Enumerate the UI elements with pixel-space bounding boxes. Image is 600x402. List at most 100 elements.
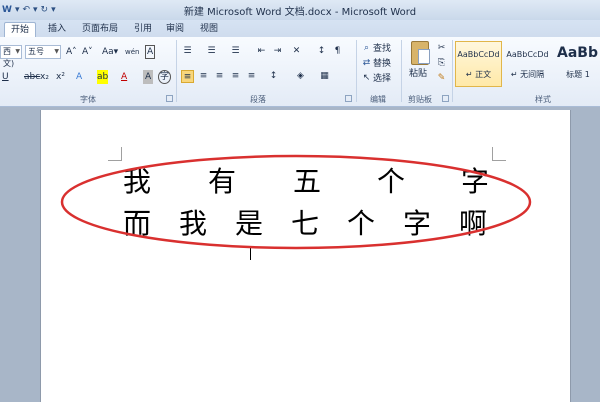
justify-icon[interactable]: ≡ — [229, 70, 242, 83]
chevron-down-icon: ▼ — [15, 48, 20, 55]
font-name-combo[interactable]: 西文) ▼ — [0, 45, 22, 68]
strikethrough-button[interactable]: abc — [24, 70, 40, 84]
char-shading-button[interactable]: A — [143, 70, 154, 84]
redo-icon[interactable]: ↻ — [41, 5, 49, 15]
text-char: 个 — [377, 165, 406, 198]
group-separator — [452, 40, 453, 102]
grow-font-button[interactable]: A˄ — [66, 45, 77, 59]
change-case-button[interactable]: Aa▾ — [102, 45, 118, 59]
text-char: 个 — [347, 207, 376, 240]
font-group-label: 字体 — [80, 95, 96, 104]
text-char: 啊 — [459, 207, 488, 240]
style-name: 标题 1 — [566, 70, 590, 79]
style-heading-1[interactable]: AaBb 标题 1 — [553, 41, 600, 87]
document-page[interactable]: 我 有 五 个 字 而 我 是 七 个 字 啊 — [40, 110, 571, 402]
mouse-ibeam-cursor — [250, 248, 251, 260]
window-title: 新建 Microsoft Word 文档.docx - Microsoft Wo… — [183, 7, 417, 18]
undo-dropdown-icon[interactable]: ▾ — [33, 5, 38, 15]
text-char: 我 — [123, 165, 152, 198]
qat-dropdown-icon[interactable]: ▾ — [51, 5, 56, 15]
font-name-value: 西文) — [3, 47, 15, 68]
borders-icon[interactable]: ▦ — [318, 70, 331, 83]
customize-dropdown-icon[interactable]: ▾ — [15, 5, 20, 15]
text-line-2: 而 我 是 七 个 字 啊 — [121, 208, 491, 240]
style-name: ↵ 正文 — [465, 70, 492, 79]
char-border-button[interactable]: A — [145, 45, 156, 59]
bullets-icon[interactable]: ☰ — [181, 45, 194, 58]
tab-review[interactable]: 审阅 — [160, 22, 190, 37]
align-left-icon[interactable]: ≡ — [181, 70, 194, 83]
cut-icon[interactable]: ✂ — [435, 42, 448, 55]
style-sample: AaBb — [557, 45, 598, 61]
underline-button[interactable]: U — [2, 70, 9, 84]
title-bar: W ▾ ↶ ▾ ↻ ▾ 新建 Microsoft Word 文档.docx - … — [0, 0, 600, 20]
text-char: 而 — [123, 207, 152, 240]
highlight-button[interactable]: ab — [97, 70, 109, 84]
style-name: ↵ 无间隔 — [510, 70, 545, 79]
style-no-spacing[interactable]: AaBbCcDd ↵ 无间隔 — [504, 41, 551, 87]
ribbon-tab-bar: 开始 插入 页面布局 引用 审阅 视图 — [0, 20, 600, 37]
tab-page-layout[interactable]: 页面布局 — [76, 22, 124, 37]
paste-button[interactable]: 粘贴 — [409, 67, 427, 81]
clipboard-group-label: 剪贴板 — [408, 95, 432, 104]
font-size-value: 五号 — [28, 47, 44, 56]
tab-home[interactable]: 开始 — [4, 22, 37, 37]
quick-access-toolbar: W ▾ ↶ ▾ ↻ ▾ — [2, 3, 56, 17]
ribbon: 西文) ▼ 五号 ▼ A˄ A˅ Aa▾ wén A U abc x₂ x² A a… — [0, 37, 600, 107]
line-spacing-icon[interactable]: ↕ — [267, 70, 280, 83]
word-logo-icon[interactable]: W — [2, 5, 12, 15]
font-size-combo[interactable]: 五号 ▼ — [25, 45, 61, 59]
text-char: 七 — [291, 207, 320, 240]
group-separator — [401, 40, 402, 102]
subscript-button[interactable]: x₂ — [40, 70, 49, 84]
paragraph-group-label: 段落 — [250, 95, 266, 104]
shrink-font-button[interactable]: A˅ — [82, 45, 93, 59]
numbering-icon[interactable]: ☰ — [205, 45, 218, 58]
paste-sheet-icon — [418, 49, 430, 64]
edit-group-label: 编辑 — [370, 95, 386, 104]
multilevel-list-icon[interactable]: ☰ — [229, 45, 242, 58]
select-button[interactable]: 选择 — [373, 72, 391, 86]
format-painter-icon[interactable]: ✎ — [435, 72, 448, 85]
undo-icon[interactable]: ↶ — [22, 5, 30, 15]
chinese-layout-icon[interactable]: ✕ — [290, 45, 303, 58]
group-separator — [356, 40, 357, 102]
paragraph-dialog-launcher-icon[interactable] — [345, 95, 352, 102]
increase-indent-icon[interactable]: ⇥ — [271, 45, 284, 58]
align-right-icon[interactable]: ≡ — [213, 70, 226, 83]
font-dialog-launcher-icon[interactable] — [166, 95, 173, 102]
replace-button[interactable]: 替换 — [373, 57, 391, 71]
text-char: 我 — [179, 207, 208, 240]
text-line-1: 我 有 五 个 字 — [121, 166, 491, 198]
tab-insert[interactable]: 插入 — [42, 22, 72, 37]
align-center-icon[interactable]: ≡ — [197, 70, 210, 83]
decrease-indent-icon[interactable]: ⇤ — [255, 45, 268, 58]
styles-group-label: 样式 — [535, 95, 551, 104]
font-color-button[interactable]: A — [121, 70, 127, 84]
find-icon: ⌕ — [363, 43, 370, 53]
text-char: 有 — [208, 165, 237, 198]
replace-icon: ⇄ — [362, 58, 371, 68]
page-corner-mark — [108, 147, 122, 161]
tab-view[interactable]: 视图 — [194, 22, 224, 37]
style-normal[interactable]: AaBbCcDd ↵ 正文 — [455, 41, 502, 87]
copy-icon[interactable]: ⎘ — [435, 57, 448, 70]
tab-references[interactable]: 引用 — [128, 22, 158, 37]
superscript-button[interactable]: x² — [56, 70, 65, 84]
phonetic-guide-button[interactable]: wén — [125, 45, 139, 59]
text-char: 是 — [235, 207, 264, 240]
page-corner-mark — [492, 147, 506, 161]
text-char: 字 — [403, 207, 432, 240]
text-effect-button[interactable]: A — [76, 70, 82, 84]
sort-icon[interactable]: ↕ — [315, 45, 328, 58]
chevron-down-icon: ▼ — [54, 48, 59, 55]
style-sample: AaBbCcDd — [457, 50, 500, 59]
show-marks-icon[interactable]: ¶ — [331, 45, 344, 58]
text-char: 字 — [461, 165, 490, 198]
shading-icon[interactable]: ◈ — [294, 70, 307, 83]
style-sample: AaBbCcDd — [506, 50, 549, 59]
find-button[interactable]: 查找 — [373, 42, 391, 56]
clipboard-dialog-launcher-icon[interactable] — [442, 95, 449, 102]
enclose-char-button[interactable]: 字 — [158, 70, 172, 84]
distributed-icon[interactable]: ≡ — [245, 70, 258, 83]
